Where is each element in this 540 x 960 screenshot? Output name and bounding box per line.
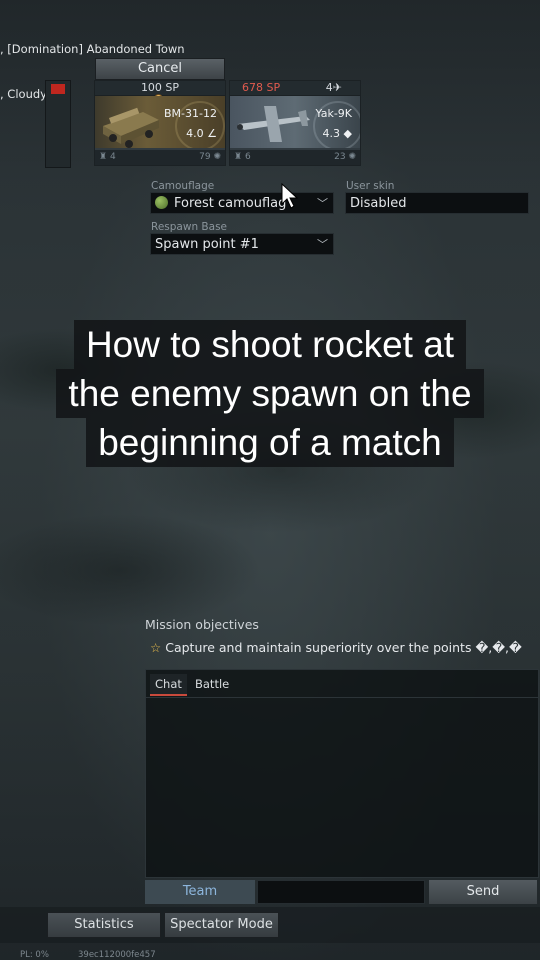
session-id-text: 39ec112000fe457 <box>78 950 156 960</box>
unit-card-bm-31-12[interactable]: 100 SP BM-31-12 4.0 ∠ ♜ 4 79 ✺ <box>94 80 226 166</box>
camouflage-label: Camouflage <box>151 180 215 192</box>
tab-chat[interactable]: Chat <box>150 674 187 696</box>
caption-line: beginning of a match <box>0 418 540 467</box>
video-caption: How to shoot rocket at the enemy spawn o… <box>0 320 540 467</box>
battle-rating: 4.0 ∠ <box>186 127 217 140</box>
respawn-select[interactable]: Spawn point #1 ﹀ <box>150 233 334 255</box>
statistics-button[interactable]: Statistics <box>47 912 161 938</box>
unit-cost: 678 SP <box>242 81 281 94</box>
truck-image <box>95 96 225 151</box>
user-skin-select[interactable]: Disabled <box>345 192 529 214</box>
user-skin-value: Disabled <box>350 196 407 211</box>
unit-name: Yak-9K <box>315 107 353 120</box>
unit-footer: ♜ 4 79 ✺ <box>95 150 225 165</box>
ussr-flag-icon <box>51 84 65 94</box>
respawn-label: Respawn Base <box>151 221 228 233</box>
camouflage-select[interactable]: Forest camouflag ﹀ <box>150 192 334 214</box>
crew-count: ♜ 4 <box>99 152 116 162</box>
caption-line: the enemy spawn on the <box>0 369 540 418</box>
mission-name: , [Domination] Abandoned Town <box>0 42 185 56</box>
mission-objective: ☆ Capture and maintain superiority over t… <box>150 640 522 655</box>
team-channel-button[interactable]: Team <box>145 880 255 904</box>
chevron-down-icon: ﹀ <box>317 197 328 210</box>
repair-stat: 79 ✺ <box>199 152 221 162</box>
camouflage-swatch-icon <box>155 196 168 209</box>
respawn-value: Spawn point #1 <box>155 237 259 252</box>
mouse-cursor-icon <box>281 183 299 209</box>
unit-count: 4✈ <box>325 81 342 94</box>
user-skin-label: User skin <box>346 180 395 192</box>
packet-loss-text: PL: 0% <box>20 950 49 960</box>
star-icon: ☆ <box>150 640 162 655</box>
plane-image <box>230 96 363 151</box>
caption-line: How to shoot rocket at <box>0 320 540 369</box>
cancel-button[interactable]: Cancel <box>95 58 225 80</box>
chat-input[interactable] <box>257 880 425 904</box>
chevron-down-icon: ﹀ <box>317 238 328 251</box>
team-side-panel <box>45 80 71 168</box>
camouflage-value: Forest camouflag <box>174 196 287 211</box>
send-button[interactable]: Send <box>429 880 537 904</box>
unit-footer: ♜ 6 23 ✺ <box>230 150 360 165</box>
unit-card-yak-9k[interactable]: 678 SP 4✈ Yak-9K 4.3 ◆ ♜ 6 23 ✺ <box>229 80 363 166</box>
repair-stat: 23 ✺ <box>334 152 356 162</box>
crew-count: ♜ 6 <box>234 152 251 162</box>
divider <box>146 697 538 698</box>
unit-name: BM-31-12 <box>164 107 217 120</box>
chat-panel: Chat Battle <box>145 669 539 878</box>
tab-battle[interactable]: Battle <box>190 674 234 694</box>
spectator-mode-button[interactable]: Spectator Mode <box>164 912 279 938</box>
unit-cost-row: 678 SP 4✈ <box>230 81 360 96</box>
objective-text: Capture and maintain superiority over th… <box>165 640 522 655</box>
mission-objectives-title: Mission objectives <box>145 617 259 632</box>
battle-rating: 4.3 ◆ <box>322 127 352 140</box>
